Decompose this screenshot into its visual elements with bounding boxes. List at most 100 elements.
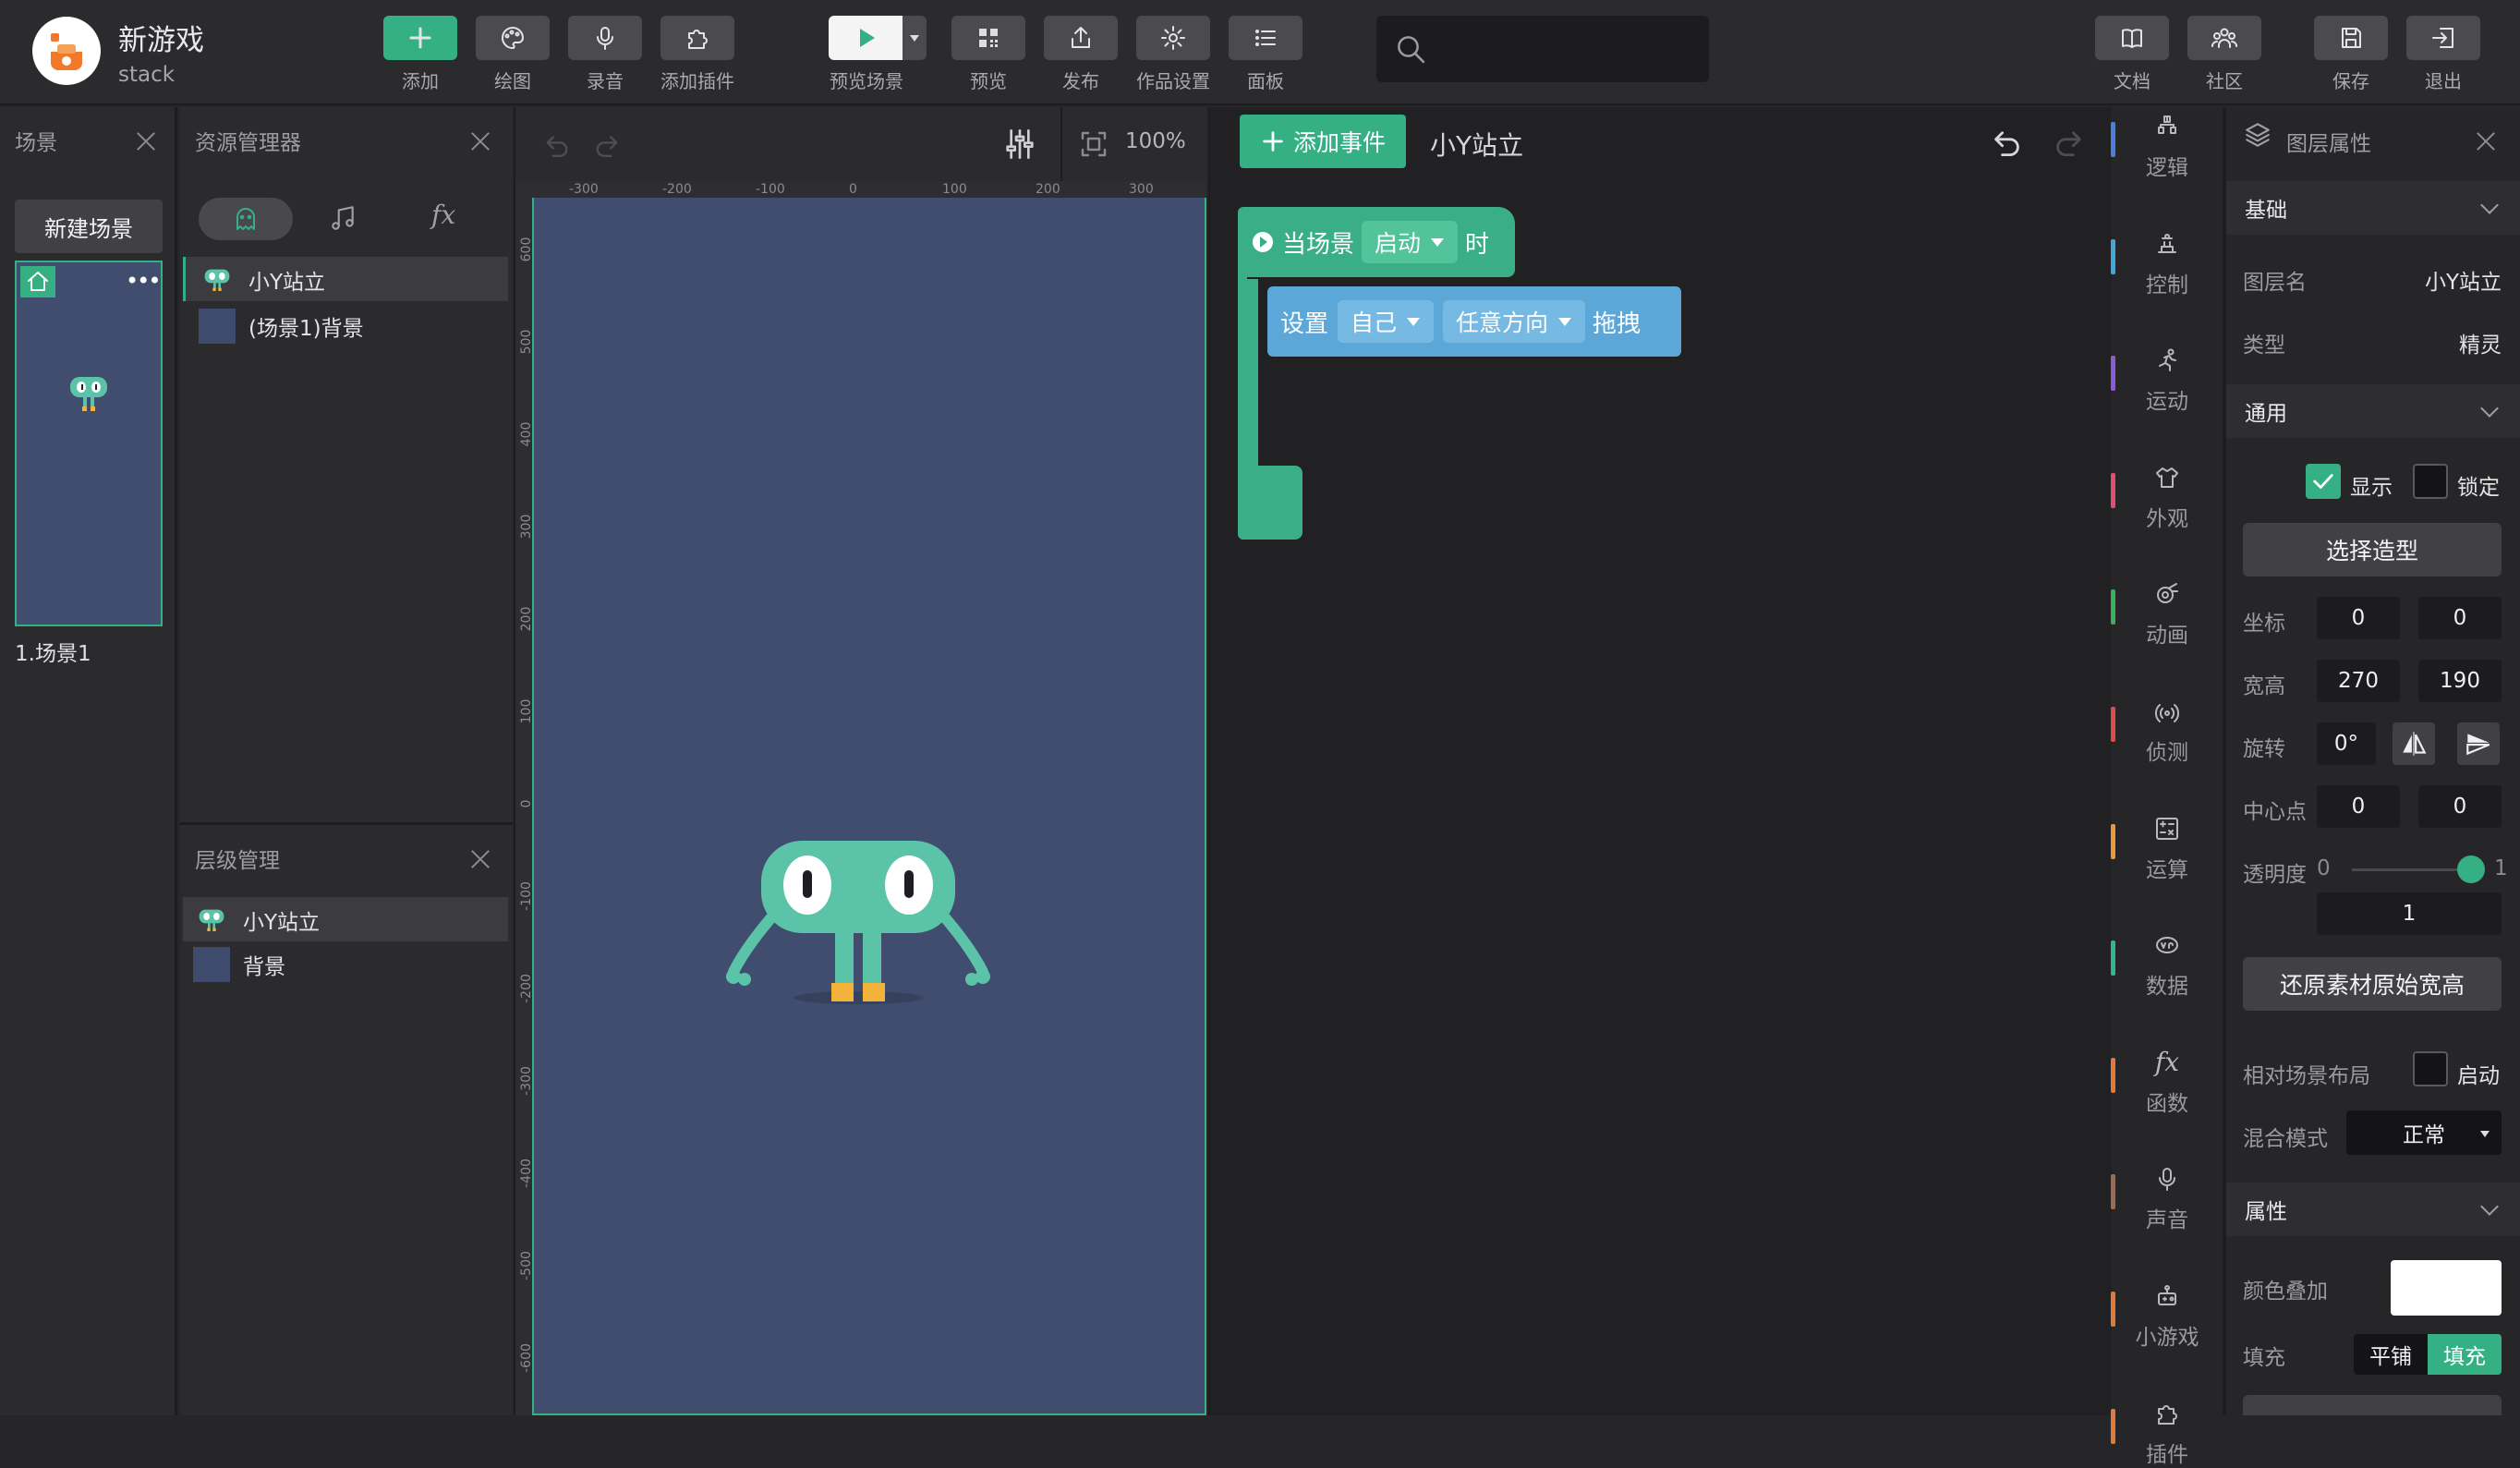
relative-layout-checkbox[interactable] — [2413, 1051, 2448, 1086]
category-function[interactable]: fx 函数 — [2126, 1048, 2208, 1117]
layer-label: 背景 — [243, 955, 285, 979]
app-logo[interactable] — [32, 17, 101, 85]
visible-checkbox[interactable] — [2306, 464, 2341, 499]
event-block-suffix: 时 — [1465, 230, 1490, 259]
choose-costume-button[interactable]: 选择造型 — [2243, 523, 2502, 576]
category-motion[interactable]: 运动 — [2126, 346, 2208, 415]
category-logic[interactable]: 逻辑 — [2126, 113, 2208, 181]
tab-sprites[interactable] — [199, 198, 293, 240]
sprite-character[interactable] — [724, 833, 992, 1009]
y-input[interactable]: 0 — [2418, 597, 2502, 639]
add-event-button[interactable]: 添加事件 — [1240, 115, 1406, 168]
lock-checkbox[interactable] — [2413, 464, 2448, 499]
action-block[interactable]: 设置 自己 任意方向 拖拽 — [1267, 286, 1681, 357]
docs-button[interactable] — [2095, 16, 2169, 60]
exit-button[interactable] — [2406, 16, 2480, 60]
redo-icon[interactable] — [593, 129, 626, 166]
new-scene-button[interactable]: 新建场景 — [15, 200, 163, 253]
category-color-bar — [2111, 356, 2115, 392]
publish-button[interactable] — [1044, 16, 1118, 60]
tab-sounds[interactable] — [328, 203, 357, 237]
next-button-partial[interactable] — [2243, 1395, 2502, 1415]
close-icon[interactable] — [468, 129, 492, 153]
color-overlay-swatch[interactable] — [2391, 1260, 2502, 1316]
category-color-bar — [2111, 1408, 2115, 1444]
ruler-tick-label: 0 — [849, 182, 857, 197]
section-attributes[interactable]: 属性 — [2226, 1183, 2520, 1236]
scene-thumbnail[interactable]: ••• — [15, 261, 163, 626]
section-basic[interactable]: 基础 — [2226, 181, 2520, 235]
blend-mode-value: 正常 — [2403, 1123, 2445, 1147]
panel-button[interactable] — [1229, 16, 1302, 60]
adjust-icon[interactable] — [1001, 126, 1038, 166]
pivot-y-input[interactable]: 0 — [2418, 785, 2502, 828]
zoom-level[interactable]: 100% — [1125, 129, 1186, 153]
ruler-tick-label: 200 — [1036, 182, 1060, 197]
fit-screen-icon[interactable] — [1077, 127, 1110, 164]
add-button[interactable] — [383, 16, 457, 60]
direction-dropdown[interactable]: 任意方向 — [1443, 300, 1586, 343]
assets-panel-title: 资源管理器 — [195, 131, 301, 155]
category-operator[interactable]: 运算 — [2126, 815, 2208, 883]
asset-item[interactable]: 小Y站立 — [199, 259, 526, 301]
category-sound[interactable]: 声音 — [2126, 1165, 2208, 1233]
category-plugin[interactable]: 插件 — [2126, 1400, 2208, 1468]
blend-mode-select[interactable]: 正常 — [2346, 1110, 2502, 1155]
action-block-prefix: 设置 — [1280, 309, 1329, 338]
preview-dropdown[interactable] — [903, 16, 927, 60]
fill-tile-option[interactable]: 平铺 — [2354, 1334, 2428, 1375]
width-input[interactable]: 270 — [2317, 660, 2400, 702]
add-plugin-button[interactable] — [660, 16, 734, 60]
undo-icon[interactable] — [538, 129, 571, 166]
save-button[interactable] — [2314, 16, 2388, 60]
category-data[interactable]: 数据 — [2126, 931, 2208, 1000]
flip-horizontal-icon — [2403, 732, 2427, 756]
play-icon — [860, 29, 875, 47]
restore-size-button[interactable]: 还原素材原始宽高 — [2243, 957, 2502, 1011]
rotation-input[interactable]: 0° — [2317, 722, 2376, 765]
opacity-slider-track[interactable] — [2352, 868, 2472, 871]
close-icon[interactable] — [134, 129, 158, 153]
pivot-x-input[interactable]: 0 — [2317, 785, 2400, 828]
fill-fill-option[interactable]: 填充 — [2428, 1334, 2502, 1375]
current-sprite-name: 小Y站立 — [1430, 130, 1524, 161]
close-icon[interactable] — [2474, 129, 2498, 153]
settings-button[interactable] — [1136, 16, 1210, 60]
category-animation[interactable]: 动画 — [2126, 580, 2208, 649]
event-dropdown[interactable]: 启动 — [1362, 221, 1459, 263]
event-block[interactable]: 当场景 启动 时 — [1238, 207, 1515, 277]
paint-button[interactable] — [476, 16, 550, 60]
category-looks[interactable]: 外观 — [2126, 464, 2208, 532]
close-icon[interactable] — [468, 847, 492, 871]
project-title[interactable]: 新游戏 — [118, 17, 204, 58]
flip-vertical-button[interactable] — [2457, 722, 2500, 765]
undo-icon[interactable] — [1984, 124, 2023, 166]
opacity-slider-thumb[interactable] — [2457, 855, 2485, 883]
x-input[interactable]: 0 — [2317, 597, 2400, 639]
target-dropdown[interactable]: 自己 — [1338, 300, 1435, 343]
layer-item[interactable]: 小Y站立 — [193, 899, 520, 941]
community-button[interactable] — [2187, 16, 2261, 60]
layer-name-value[interactable]: 小Y站立 — [2365, 264, 2502, 296]
height-input[interactable]: 190 — [2418, 660, 2502, 702]
category-minigame[interactable]: 小游戏 — [2126, 1282, 2208, 1351]
preview-button[interactable] — [951, 16, 1025, 60]
code-workspace[interactable]: 添加事件 小Y站立 当场景 启动 时 设置 自己 任意方向 拖拽 — [1208, 107, 2112, 1415]
opacity-input[interactable]: 1 — [2317, 892, 2502, 935]
stage-canvas[interactable] — [532, 198, 1206, 1415]
scene-label[interactable]: 1.场景1 — [15, 636, 91, 667]
record-button[interactable] — [568, 16, 642, 60]
preview-scene-button[interactable] — [829, 16, 903, 60]
panel-label: 面板 — [1247, 70, 1284, 92]
more-icon[interactable]: ••• — [126, 268, 161, 294]
flip-horizontal-button[interactable] — [2393, 722, 2435, 765]
category-sensing[interactable]: 侦测 — [2126, 698, 2208, 766]
section-general[interactable]: 通用 — [2226, 384, 2520, 438]
redo-icon[interactable] — [2053, 124, 2091, 166]
tab-functions[interactable]: fx — [431, 200, 455, 230]
layer-item[interactable]: 背景 — [193, 943, 520, 986]
category-control[interactable]: 控制 — [2126, 230, 2208, 298]
search-input[interactable] — [1376, 16, 1709, 82]
category-color-bar — [2111, 1057, 2115, 1093]
asset-item[interactable]: (场景1)背景 — [199, 305, 526, 347]
